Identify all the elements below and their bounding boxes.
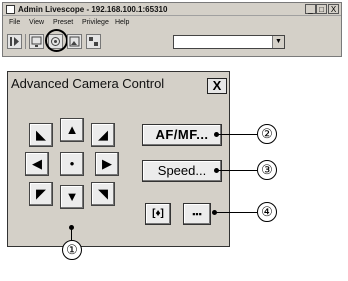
window-title: Admin Livescope - 192.168.100.1:65310: [18, 5, 168, 14]
title-bar[interactable]: Admin Livescope - 192.168.100.1:65310 _ …: [3, 3, 341, 16]
image-icon[interactable]: [67, 34, 82, 49]
pan-down-left-button[interactable]: ◤: [29, 182, 53, 206]
monitor-icon[interactable]: [29, 34, 44, 49]
highlight-circle: [45, 29, 68, 52]
tilt-down-button[interactable]: ▼: [60, 185, 84, 209]
callout-2-leader: [217, 134, 257, 135]
dialog-title: Advanced Camera Control: [11, 76, 165, 91]
settings-icon[interactable]: [86, 34, 101, 49]
pan-right-button[interactable]: ▶: [95, 152, 119, 176]
callout-1-leader: [71, 227, 72, 240]
callout-4: ④: [257, 202, 277, 222]
maximize-button[interactable]: □: [316, 4, 327, 14]
chevron-down-icon[interactable]: ▼: [272, 36, 284, 48]
minimize-button[interactable]: _: [305, 4, 316, 14]
toolbar-separator: [25, 34, 26, 49]
toolbar: ▼: [3, 29, 341, 53]
callout-4-leader: [215, 212, 257, 213]
advanced-camera-control-dialog: Advanced Camera Control X ◣ ▲ ◢ ◀ • ▶ ◤ …: [7, 71, 230, 247]
menu-bar: File View Preset Privilege Help: [3, 17, 341, 29]
callout-3: ③: [257, 160, 277, 180]
preset-icon[interactable]: ▪▪▪: [183, 203, 211, 225]
menu-privilege[interactable]: Privilege: [82, 17, 109, 29]
af-mf-button[interactable]: AF/MF...: [142, 124, 222, 146]
preset-dropdown[interactable]: ▼: [173, 35, 285, 49]
pan-left-button[interactable]: ◀: [25, 152, 49, 176]
speed-button[interactable]: Speed...: [142, 160, 222, 182]
menu-preset[interactable]: Preset: [53, 17, 73, 29]
home-position-button[interactable]: •: [60, 152, 84, 176]
app-window: Admin Livescope - 192.168.100.1:65310 _ …: [2, 2, 342, 57]
menu-file[interactable]: File: [9, 17, 20, 29]
callout-1: ①: [62, 240, 82, 260]
menu-view[interactable]: View: [29, 17, 44, 29]
pan-up-right-button[interactable]: ◢: [91, 123, 115, 147]
close-button[interactable]: X: [328, 4, 339, 14]
app-icon: [6, 5, 15, 14]
dialog-close-button[interactable]: X: [207, 78, 227, 94]
pan-up-left-button[interactable]: ◣: [29, 123, 53, 147]
play-icon[interactable]: [7, 34, 22, 49]
callout-3-leader: [217, 170, 257, 171]
menu-help[interactable]: Help: [115, 17, 129, 29]
pan-down-right-button[interactable]: ◥: [91, 182, 115, 206]
tilt-up-button[interactable]: ▲: [60, 118, 84, 142]
callout-2: ②: [257, 124, 277, 144]
focus-icon[interactable]: [♦]: [145, 203, 171, 225]
